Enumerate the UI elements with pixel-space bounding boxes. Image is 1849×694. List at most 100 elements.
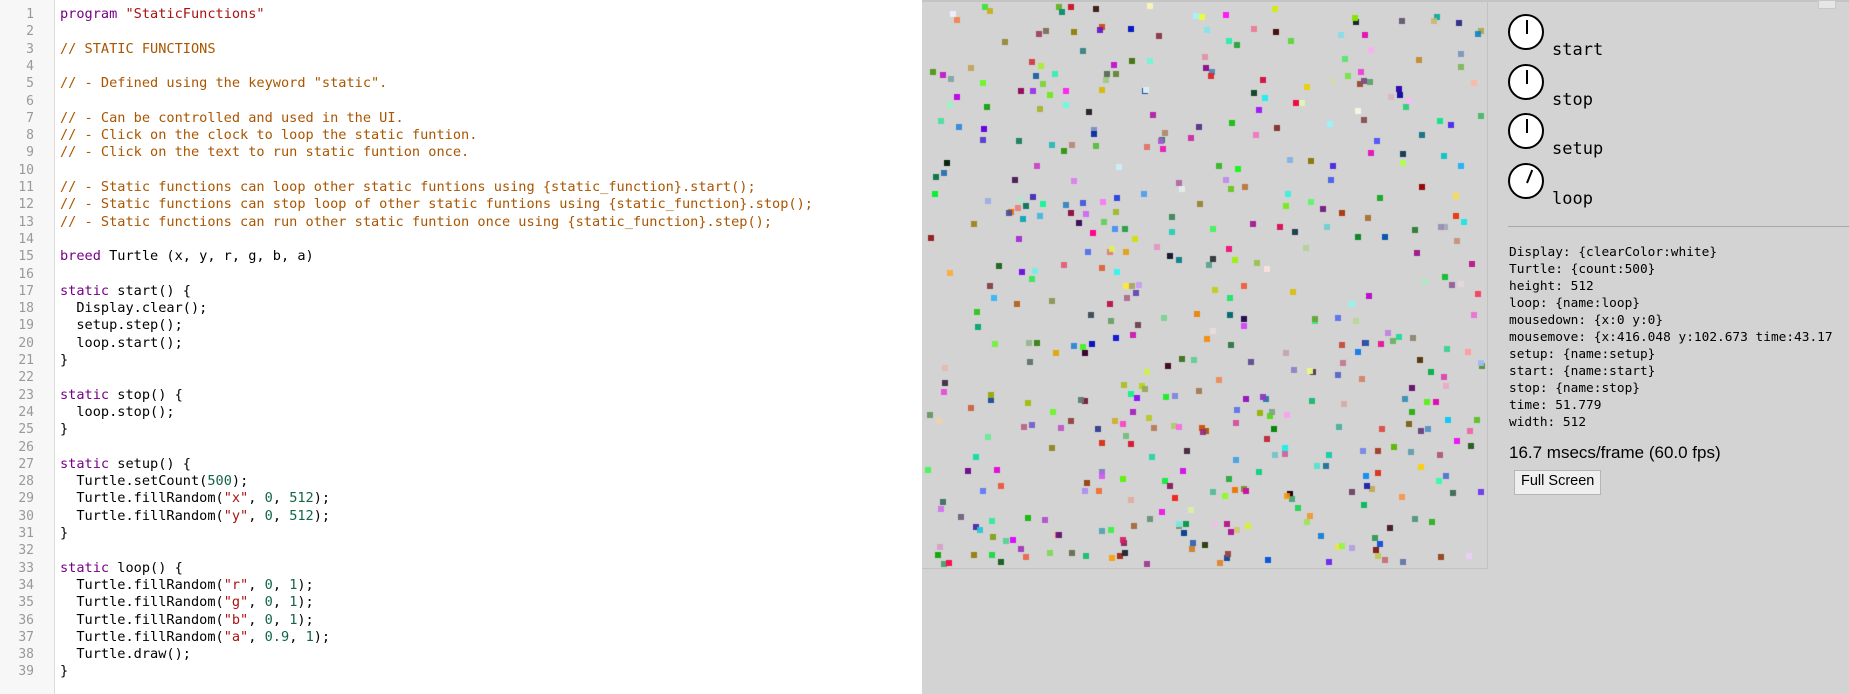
- code-line[interactable]: // - Static functions can run other stat…: [60, 214, 772, 231]
- code-line[interactable]: }: [60, 525, 68, 542]
- code-token: }: [60, 352, 69, 368]
- code-line[interactable]: static stop() {: [60, 387, 183, 404]
- full-screen-button[interactable]: Full Screen: [1514, 470, 1602, 495]
- simulation-canvas[interactable]: [922, 2, 1487, 568]
- code-token: Turtle.draw();: [60, 646, 191, 663]
- code-line[interactable]: Turtle.fillRandom("g", 0, 1);: [60, 594, 314, 611]
- code-line[interactable]: // - Click on the clock to loop the stat…: [60, 127, 477, 144]
- code-line[interactable]: breed Turtle (x, y, r, g, b, a): [60, 248, 314, 265]
- code-token: 0: [264, 576, 273, 593]
- clock-icon[interactable]: [1508, 162, 1544, 199]
- control-label-stop[interactable]: stop: [1552, 90, 1593, 110]
- line-number-gutter: 1 2 3 4 5 6 7 8 9 10 11 12 13 14 15 16 17 18 19 20 21 22 23 24 2…: [0, 0, 55, 694]
- code-token: );: [297, 594, 314, 611]
- code-token: 0.9: [264, 628, 290, 645]
- code-token: stop() {: [117, 386, 183, 403]
- code-line[interactable]: Turtle.setCount(500);: [60, 473, 248, 490]
- code-line[interactable]: // - Defined using the keyword "static".: [60, 75, 387, 92]
- line-number: 14: [18, 231, 34, 247]
- line-number: 38: [18, 647, 34, 663]
- info-line: width: 512: [1509, 415, 1587, 430]
- line-number: 21: [18, 353, 34, 368]
- info-line: mousemove: {x:416.048 y:102.673 time:43.…: [1509, 330, 1833, 345]
- controls-divider: [1508, 226, 1849, 227]
- code-token: static: [60, 559, 118, 576]
- code-token: ,: [289, 628, 306, 645]
- code-token: ,: [272, 490, 290, 507]
- code-line[interactable]: Turtle.fillRandom("a", 0.9, 1);: [60, 629, 330, 646]
- code-line[interactable]: Display.clear();: [60, 300, 207, 317]
- code-token: "x": [223, 490, 249, 507]
- code-line[interactable]: Turtle.draw();: [60, 646, 191, 663]
- line-number: 27: [18, 456, 34, 472]
- code-line[interactable]: Turtle.fillRandom("r", 0, 1);: [60, 576, 314, 594]
- code-token: }: [60, 421, 69, 438]
- code-token: ,: [248, 576, 265, 593]
- clock-icon[interactable]: [1508, 113, 1544, 149]
- code-line[interactable]: Turtle.fillRandom("b", 0, 1);: [60, 611, 314, 629]
- line-number: 3: [26, 41, 34, 57]
- control-label-start[interactable]: start: [1552, 40, 1603, 60]
- code-token: // - Static functions can stop loop of o…: [60, 196, 813, 213]
- line-number: 10: [18, 162, 34, 178]
- code-token: "StaticFunctions": [125, 6, 265, 22]
- code-token: ,: [248, 594, 265, 611]
- line-number: 19: [18, 318, 34, 334]
- code-line[interactable]: static loop() {: [60, 560, 183, 577]
- code-token: ,: [248, 611, 265, 628]
- code-line[interactable]: }: [60, 421, 68, 438]
- code-token: setup.step();: [60, 317, 183, 334]
- code-token: 512: [289, 507, 314, 524]
- code-line[interactable]: loop.start();: [60, 335, 182, 352]
- info-line: loop: {name:loop}: [1509, 296, 1640, 311]
- code-token: );: [297, 576, 314, 593]
- code-token: }: [60, 525, 69, 541]
- control-start[interactable]: start: [1508, 14, 1708, 62]
- code-line[interactable]: // - Static functions can loop other sta…: [60, 179, 756, 196]
- code-line[interactable]: loop.stop();: [60, 403, 175, 421]
- code-token: "a": [223, 628, 249, 645]
- code-line[interactable]: static setup() {: [60, 456, 191, 473]
- clock-hand: [1526, 69, 1528, 84]
- code-token: // STATIC FUNCTIONS: [60, 40, 216, 57]
- line-number: 25: [18, 422, 34, 438]
- line-number: 33: [18, 560, 34, 576]
- scrollbar-nub[interactable]: [1818, 0, 1836, 9]
- code-token: // - Static functions can loop other sta…: [60, 179, 756, 195]
- code-token: 0: [264, 594, 273, 611]
- control-loop[interactable]: loop: [1508, 162, 1708, 211]
- code-line[interactable]: setup.step();: [60, 317, 183, 334]
- code-token: 1: [305, 628, 314, 645]
- code-token: loop.stop();: [60, 403, 175, 420]
- control-label-setup[interactable]: setup: [1552, 139, 1603, 159]
- code-token: Turtle (x, y, r, g, b, a): [109, 248, 314, 265]
- code-token: );: [297, 611, 314, 628]
- info-line: setup: {name:setup}: [1509, 347, 1656, 362]
- code-line[interactable]: }: [60, 663, 68, 680]
- code-token: ,: [248, 628, 265, 645]
- code-token: Turtle.fillRandom(: [60, 594, 224, 611]
- code-line[interactable]: // - Can be controlled and used in the U…: [60, 110, 404, 127]
- code-line[interactable]: // - Click on the text to run static fun…: [60, 144, 469, 161]
- code-line[interactable]: program "StaticFunctions": [60, 6, 265, 23]
- control-setup[interactable]: setup: [1508, 113, 1708, 161]
- code-token: // - Click on the clock to loop the stat…: [60, 127, 478, 144]
- code-line[interactable]: }: [60, 352, 68, 369]
- code-token: static: [60, 455, 118, 472]
- line-number: 22: [18, 370, 34, 386]
- code-line[interactable]: Turtle.fillRandom("x", 0, 512);: [60, 490, 330, 507]
- clock-icon[interactable]: [1508, 14, 1544, 50]
- line-number: 39: [18, 664, 34, 680]
- code-line[interactable]: static start() {: [60, 283, 191, 300]
- code-token: // - Static functions can run other stat…: [60, 213, 773, 230]
- clock-icon[interactable]: [1508, 63, 1544, 100]
- code-line[interactable]: // STATIC FUNCTIONS: [60, 41, 216, 58]
- line-number: 1: [26, 7, 34, 22]
- control-label-loop[interactable]: loop: [1552, 189, 1593, 209]
- code-token: "g": [223, 594, 249, 611]
- code-editor[interactable]: 1 2 3 4 5 6 7 8 9 10 11 12 13 14 15 16 17 18 19 20 21 22 23 24 2…: [0, 0, 922, 694]
- code-line[interactable]: // - Static functions can stop loop of o…: [60, 196, 813, 213]
- code-line[interactable]: Turtle.fillRandom("y", 0, 512);: [60, 508, 330, 525]
- code-token: loop() {: [117, 559, 183, 576]
- control-stop[interactable]: stop: [1508, 63, 1708, 112]
